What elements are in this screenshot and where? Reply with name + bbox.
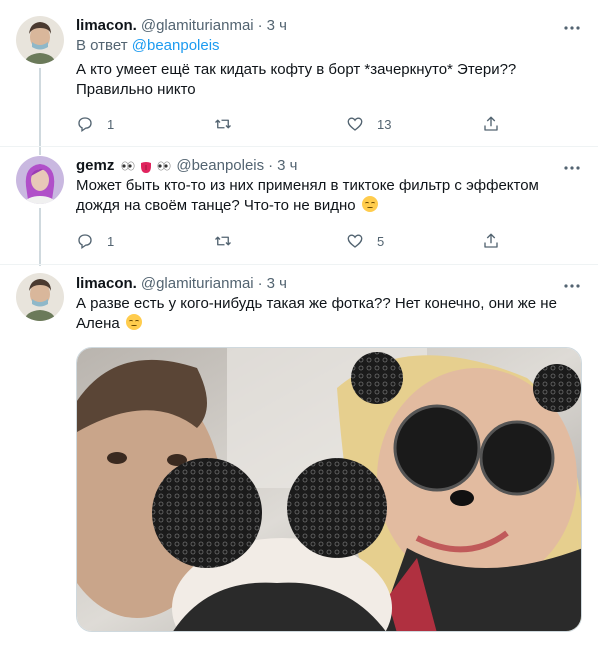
reply-count: 1 (107, 116, 115, 132)
like-button[interactable]: 5 (346, 231, 384, 251)
like-count: 13 (377, 116, 392, 132)
reply-icon (78, 117, 92, 133)
tweet-text: Может быть кто-то из них применял в тикт… (76, 176, 582, 216)
relieved-face-emoji-icon (125, 314, 142, 330)
tongue-emoji-icon (141, 162, 152, 173)
timestamp[interactable]: 3 ч (277, 156, 297, 176)
relieved-face-emoji-icon (361, 196, 378, 212)
share-button[interactable] (482, 231, 500, 251)
thread-line (39, 68, 41, 148)
tweet-text-line-with-emoji: Алена (76, 314, 582, 334)
retweet-button[interactable] (214, 114, 232, 134)
author-handle[interactable]: @beanpoleis (176, 156, 264, 176)
share-icon (484, 116, 498, 131)
tweet-1[interactable]: limacon. @glamiturianmai · 3 ч В ответ @… (0, 0, 598, 148)
tweet-text-line: Может быть кто-то из них применял в тикт… (76, 177, 539, 194)
timestamp[interactable]: 3 ч (267, 16, 287, 36)
more-icon[interactable] (562, 158, 582, 178)
separator-dot: · (268, 157, 274, 174)
tweet-2[interactable]: gemz @beanpoleis · 3 ч Может быть кто-то… (0, 147, 598, 266)
tweet-text-line-with-emoji: дождя на своём танце? Что-то не видно (76, 196, 582, 216)
thread-line (39, 147, 41, 155)
tweet-text: А кто умеет ещё так кидать кофту в борт … (76, 60, 582, 100)
author-handle[interactable]: @glamiturianmai (141, 16, 254, 36)
like-count: 5 (377, 233, 385, 249)
timestamp[interactable]: 3 ч (267, 274, 287, 294)
avatar-photo (16, 273, 64, 321)
avatar[interactable] (16, 273, 64, 321)
retweet-button[interactable] (214, 231, 232, 251)
reply-prefix: В ответ (76, 37, 128, 54)
retweet-icon (215, 236, 231, 246)
reply-handle-link[interactable]: @beanpoleis (132, 37, 220, 54)
avatar[interactable] (16, 16, 64, 64)
avatar-photo (16, 156, 64, 204)
like-button[interactable]: 13 (346, 114, 391, 134)
author-name[interactable]: limacon. (76, 16, 137, 36)
tweet-text-line: Алена (76, 315, 120, 332)
reply-button[interactable]: 1 (76, 114, 114, 134)
like-icon (347, 234, 363, 248)
retweet-icon (215, 119, 231, 129)
selfie-photo-image (77, 348, 581, 631)
tweet-photo[interactable] (76, 347, 582, 632)
eyes-emoji-icon (157, 161, 171, 171)
reply-button[interactable]: 1 (76, 231, 114, 251)
eyes-emoji-icon (121, 161, 135, 171)
separator-dot: · (257, 17, 263, 34)
like-icon (347, 117, 363, 131)
tweet-text-line: Правильно никто (76, 81, 196, 98)
reply-context: В ответ @beanpoleis (76, 36, 582, 56)
tweet-text-line: А разве есть у кого-нибудь такая же фотк… (76, 295, 557, 312)
share-button[interactable] (482, 114, 500, 134)
reply-count: 1 (107, 233, 115, 249)
tweet-text-line: дождя на своём танце? Что-то не видно (76, 197, 356, 214)
more-icon[interactable] (562, 18, 582, 38)
share-icon (484, 233, 498, 248)
name-emojis (120, 158, 172, 174)
author-handle[interactable]: @glamiturianmai (141, 274, 254, 294)
reply-icon (78, 234, 92, 250)
avatar-photo (16, 16, 64, 64)
author-name[interactable]: limacon. (76, 274, 137, 294)
more-icon[interactable] (562, 276, 582, 296)
author-name[interactable]: gemz (76, 156, 114, 176)
tweet-text-line: А кто умеет ещё так кидать кофту в борт … (76, 61, 517, 78)
separator-dot: · (257, 275, 263, 292)
thread-line (39, 208, 41, 266)
tweet-text: А разве есть у кого-нибудь такая же фотк… (76, 294, 582, 334)
avatar[interactable] (16, 156, 64, 204)
